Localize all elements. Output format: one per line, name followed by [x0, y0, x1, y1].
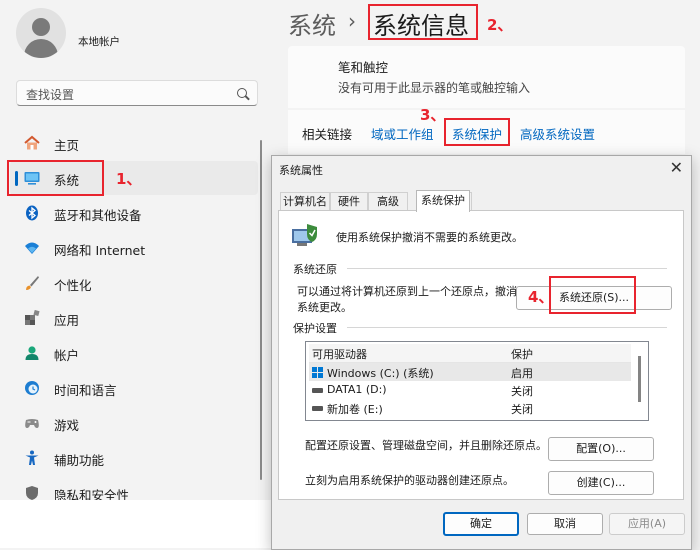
create-desc: 立刻为启用系统保护的驱动器创建还原点。 — [305, 474, 514, 487]
list-item[interactable]: Windows (C:) (系统) 启用 — [309, 363, 631, 381]
protection-info: 使用系统保护撤消不需要的系统更改。 — [336, 231, 523, 244]
sidebar-item-label: 主页 — [54, 138, 80, 153]
windows-drive-icon — [312, 367, 323, 378]
apply-button[interactable]: 应用(A) — [609, 513, 685, 535]
link-domain-workgroup[interactable]: 域或工作组 — [371, 124, 434, 143]
sidebar-item-network[interactable]: 网络和 Internet — [10, 231, 258, 265]
annotation-label-4: 4、 — [528, 288, 554, 306]
account-name: 本地帐户 — [78, 36, 120, 48]
annotation-box-1 — [7, 160, 104, 196]
group-protection-settings: 保护设置 — [293, 322, 337, 335]
sidebar-item-label: 应用 — [54, 313, 80, 328]
drive-name: 新加卷 (E:) — [327, 403, 383, 416]
home-icon — [24, 135, 40, 150]
tab-advanced[interactable]: 高级 — [368, 192, 408, 210]
bluetooth-icon — [26, 205, 38, 221]
background-area — [0, 500, 272, 548]
breadcrumb-separator: › — [348, 9, 356, 33]
sidebar-item-label: 隐私和安全性 — [54, 488, 130, 500]
pen-touch-desc: 没有可用于此显示器的笔或触控输入 — [338, 81, 531, 95]
annotation-box-3 — [444, 118, 510, 146]
apps-icon — [25, 310, 40, 325]
account-icon — [25, 346, 39, 360]
annotation-label-2: 2、 — [487, 16, 513, 34]
search-input[interactable]: 查找设置 — [16, 80, 258, 106]
brush-icon — [26, 276, 39, 290]
drive-name: DATA1 (D:) — [327, 383, 387, 396]
configure-desc: 配置还原设置、管理磁盘空间，并且删除还原点。 — [305, 439, 547, 452]
breadcrumb-system[interactable]: 系统 — [288, 6, 336, 41]
sidebar-item-label: 辅助功能 — [54, 453, 105, 468]
drive-status: 启用 — [511, 367, 533, 380]
list-header: 可用驱动器 保护 — [309, 344, 631, 363]
dialog-title: 系统属性 — [279, 164, 323, 177]
computer-shield-icon — [292, 224, 317, 246]
cancel-button[interactable]: 取消 — [527, 513, 603, 535]
sidebar-item-label: 帐户 — [54, 348, 80, 363]
group-system-restore: 系统还原 — [293, 263, 337, 276]
drive-status: 关闭 — [511, 403, 533, 416]
ok-button[interactable]: 确定 — [443, 512, 519, 536]
divider — [347, 327, 667, 328]
sidebar-item-bluetooth[interactable]: 蓝牙和其他设备 — [10, 196, 258, 230]
sidebar-scrollbar[interactable] — [260, 140, 262, 480]
avatar[interactable] — [16, 8, 66, 58]
annotation-label-1: 1、 — [116, 170, 142, 188]
drive-name: Windows (C:) (系统) — [327, 367, 434, 380]
tab-system-protection[interactable]: 系统保护 — [416, 190, 470, 212]
divider — [347, 268, 667, 269]
list-scrollbar[interactable] — [634, 344, 646, 418]
shield-icon — [26, 486, 38, 500]
system-properties-dialog: 系统属性 ✕ 计算机名 硬件 高级 远程 使用系统保护撤消不需要的系统更改。 系… — [271, 155, 692, 550]
wifi-icon — [25, 242, 39, 254]
drive-icon — [312, 406, 323, 411]
drive-list[interactable]: 可用驱动器 保护 Windows (C:) (系统) 启用 DATA1 (D:)… — [305, 341, 649, 421]
column-header-protection[interactable]: 保护 — [511, 346, 533, 362]
sidebar-item-label: 网络和 Internet — [54, 243, 146, 258]
scrollbar-thumb[interactable] — [638, 356, 641, 402]
tab-panel: 使用系统保护撤消不需要的系统更改。 系统还原 可以通过将计算机还原到上一个还原点… — [278, 210, 684, 500]
sidebar-item-time-language[interactable]: 时间和语言 — [10, 371, 258, 405]
clock-icon — [25, 381, 39, 395]
sidebar-item-home[interactable]: 主页 — [10, 126, 258, 160]
sidebar-item-gaming[interactable]: 游戏 — [10, 406, 258, 440]
link-advanced-settings[interactable]: 高级系统设置 — [520, 124, 595, 143]
sidebar-item-label: 游戏 — [54, 418, 80, 433]
related-links-label: 相关链接 — [302, 127, 353, 142]
annotation-box-2 — [368, 4, 478, 40]
avatar-head — [32, 18, 50, 36]
tab-hardware[interactable]: 硬件 — [330, 192, 368, 210]
gamepad-icon — [25, 419, 39, 428]
drive-status: 关闭 — [511, 385, 533, 398]
avatar-body — [24, 39, 58, 58]
configure-button[interactable]: 配置(O)... — [548, 437, 654, 461]
tab-computer-name[interactable]: 计算机名 — [280, 192, 330, 210]
sidebar-item-privacy[interactable]: 隐私和安全性 — [10, 476, 258, 500]
drive-icon — [312, 388, 323, 393]
pen-touch-card — [288, 46, 685, 108]
sidebar-item-label: 时间和语言 — [54, 383, 117, 398]
column-header-drive[interactable]: 可用驱动器 — [312, 346, 367, 362]
list-item[interactable]: DATA1 (D:) 关闭 — [309, 381, 631, 399]
close-icon[interactable]: ✕ — [670, 158, 683, 177]
annotation-box-4 — [549, 276, 636, 314]
restore-desc-line2: 系统更改。 — [297, 301, 352, 314]
search-placeholder: 查找设置 — [26, 88, 75, 102]
sidebar-item-label: 个性化 — [54, 278, 92, 293]
sidebar-item-personalization[interactable]: 个性化 — [10, 266, 258, 300]
pen-touch-title: 笔和触控 — [338, 60, 389, 75]
annotation-label-3: 3、 — [420, 106, 446, 124]
create-button[interactable]: 创建(C)... — [548, 471, 654, 495]
sidebar-item-label: 蓝牙和其他设备 — [54, 208, 142, 223]
search-icon[interactable] — [237, 88, 247, 98]
sidebar-item-accounts[interactable]: 帐户 — [10, 336, 258, 370]
accessibility-icon — [25, 450, 39, 465]
sidebar-item-accessibility[interactable]: 辅助功能 — [10, 441, 258, 475]
list-item[interactable]: 新加卷 (E:) 关闭 — [309, 399, 631, 417]
restore-desc-line1: 可以通过将计算机还原到上一个还原点，撤消 — [297, 285, 517, 298]
sidebar-item-apps[interactable]: 应用 — [10, 301, 258, 335]
